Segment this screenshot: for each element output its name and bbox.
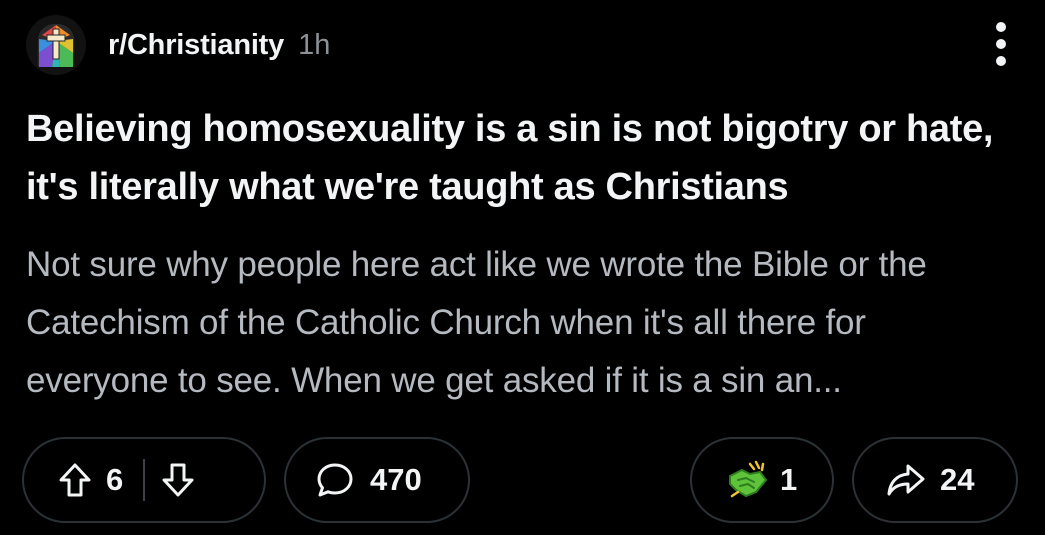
vertical-dot xyxy=(996,56,1006,66)
award-count: 1 xyxy=(780,462,798,497)
vertical-dot xyxy=(996,39,1006,49)
more-options-button[interactable] xyxy=(995,22,1007,66)
post-age: 1h xyxy=(298,28,331,61)
post-action-bar: 6 470 1 24 xyxy=(0,437,1045,525)
upvote-count: 6 xyxy=(106,462,124,497)
vertical-dots-icon xyxy=(996,22,1006,32)
comments-button[interactable]: 470 xyxy=(284,437,470,523)
award-button[interactable]: 1 xyxy=(690,437,834,523)
post-body-preview[interactable]: Not sure why people here act like we wro… xyxy=(26,236,1016,410)
stained-glass-cross-icon xyxy=(36,22,76,68)
handshake-award-icon xyxy=(726,458,770,502)
share-button[interactable]: 24 xyxy=(852,437,1018,523)
post-header: r/Christianity 1h xyxy=(26,14,330,76)
subreddit-name[interactable]: r/Christianity xyxy=(108,29,284,62)
arrow-up-icon[interactable] xyxy=(58,462,92,498)
vote-divider xyxy=(143,459,146,501)
speech-bubble-icon xyxy=(316,462,354,498)
comment-count: 470 xyxy=(370,462,422,497)
share-arrow-icon xyxy=(886,462,926,498)
subreddit-avatar[interactable] xyxy=(26,15,86,75)
post-title[interactable]: Believing homosexuality is a sin is not … xyxy=(26,100,1016,216)
share-count: 24 xyxy=(940,462,975,497)
arrow-down-icon[interactable] xyxy=(161,462,195,498)
vote-control: 6 xyxy=(22,437,266,523)
post-card[interactable]: r/Christianity 1h Believing homosexualit… xyxy=(0,0,1045,535)
